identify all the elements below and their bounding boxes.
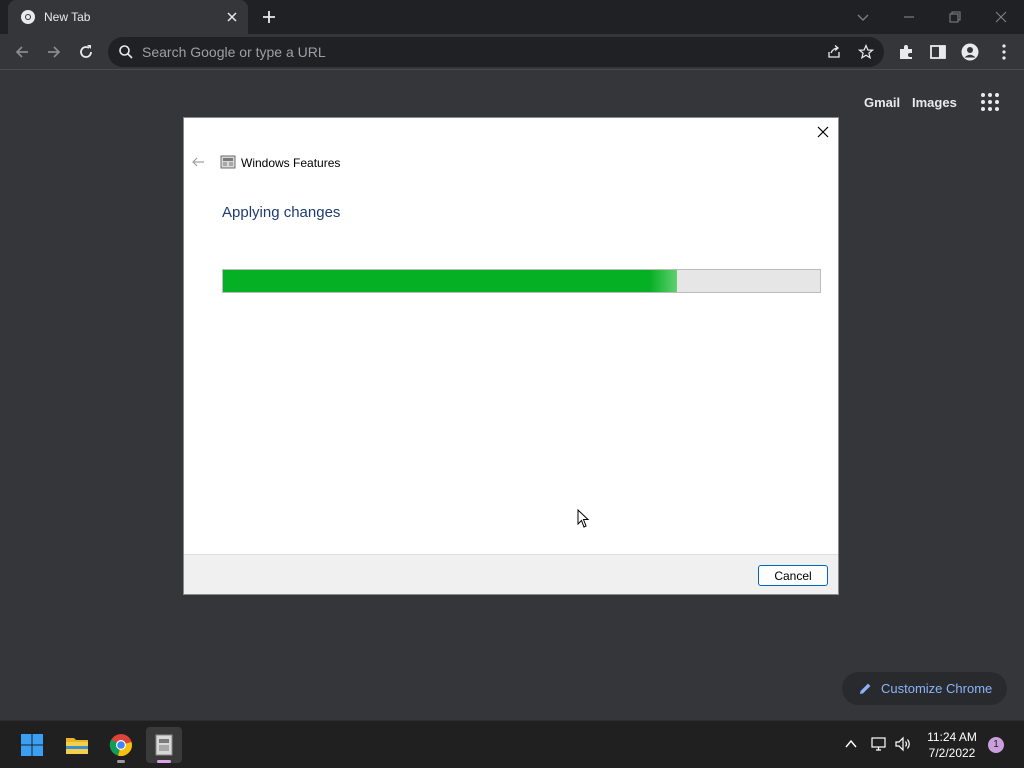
clock-time: 11:24 AM: [927, 730, 977, 744]
windows-features-icon: [155, 734, 173, 756]
restore-icon[interactable]: [944, 6, 966, 28]
tab-search-icon[interactable]: [852, 6, 874, 28]
images-link[interactable]: Images: [912, 95, 957, 110]
menu-icon[interactable]: [994, 42, 1014, 62]
tab-title: New Tab: [44, 10, 91, 24]
running-indicator: [117, 760, 125, 763]
toolbar: [0, 34, 1024, 70]
start-icon: [21, 734, 43, 756]
google-apps-icon[interactable]: [980, 92, 1000, 112]
close-tab-icon[interactable]: [224, 9, 240, 25]
extensions-icon[interactable]: [896, 42, 916, 62]
notification-badge[interactable]: 1: [988, 737, 1004, 753]
volume-icon[interactable]: [894, 735, 912, 753]
customize-chrome-button[interactable]: Customize Chrome: [842, 672, 1007, 705]
chrome-icon: [21, 10, 35, 24]
taskbar: 11:24 AM 7/2/2022 1: [0, 720, 1024, 768]
customize-chrome-label: Customize Chrome: [881, 681, 993, 696]
pencil-icon: [860, 683, 871, 694]
mouse-cursor-icon: [577, 509, 590, 528]
profile-icon[interactable]: [960, 42, 980, 62]
chrome-taskbar-button[interactable]: [103, 727, 139, 763]
tab-strip: New Tab: [0, 0, 1024, 34]
back-icon[interactable]: [12, 42, 32, 62]
side-panel-icon[interactable]: [928, 42, 948, 62]
network-icon[interactable]: [870, 735, 888, 753]
chevron-up-icon[interactable]: [842, 735, 860, 753]
clock[interactable]: 11:24 AM 7/2/2022: [920, 729, 984, 761]
close-icon[interactable]: [815, 124, 831, 140]
omnibox[interactable]: [108, 37, 884, 67]
tab-new-tab[interactable]: New Tab: [8, 0, 248, 34]
search-icon: [119, 45, 133, 59]
dialog-title: Windows Features: [241, 156, 341, 170]
dialog-heading: Applying changes: [222, 204, 341, 221]
back-arrow-icon[interactable]: [190, 154, 206, 170]
file-explorer-button[interactable]: [59, 727, 95, 763]
progress-fill: [223, 270, 677, 292]
reload-icon[interactable]: [76, 42, 96, 62]
minimize-icon[interactable]: [898, 6, 920, 28]
cancel-button[interactable]: Cancel: [758, 565, 828, 586]
file-explorer-icon: [66, 738, 88, 754]
active-indicator: [157, 760, 171, 763]
address-input[interactable]: [142, 43, 802, 61]
new-tab-icon[interactable]: [260, 8, 278, 26]
close-window-icon[interactable]: [990, 6, 1012, 28]
progress-bar: [222, 269, 821, 293]
forward-icon[interactable]: [44, 42, 64, 62]
start-button[interactable]: [14, 727, 50, 763]
windows-features-dialog: Windows Features Applying changes Cancel: [183, 117, 839, 595]
chrome-icon: [109, 734, 132, 756]
bookmark-star-icon[interactable]: [858, 44, 874, 60]
clock-date: 7/2/2022: [928, 746, 976, 760]
share-icon[interactable]: [826, 44, 842, 60]
gmail-link[interactable]: Gmail: [864, 95, 900, 110]
dialog-footer: Cancel: [184, 554, 838, 594]
windows-features-icon: [220, 155, 236, 169]
windows-features-taskbar-button[interactable]: [146, 727, 182, 763]
